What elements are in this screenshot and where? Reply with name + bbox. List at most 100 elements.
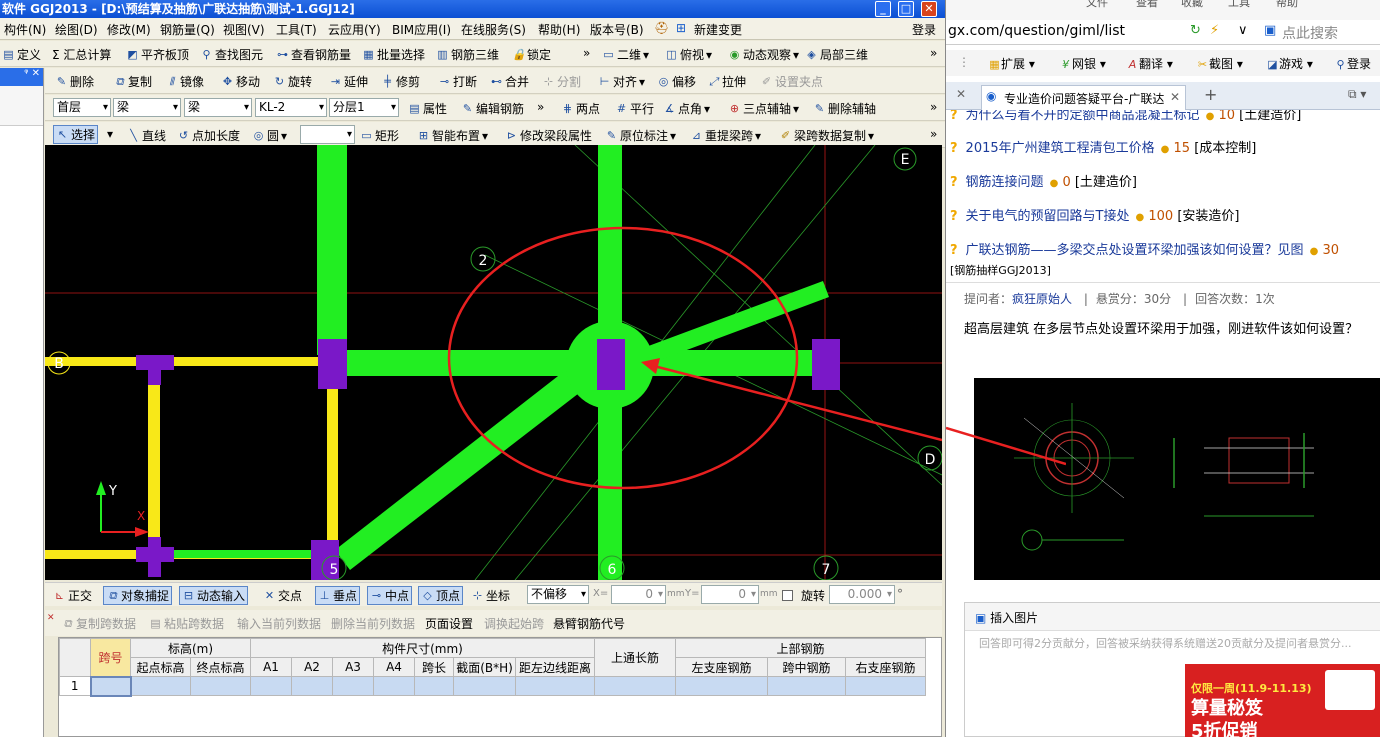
tab-active[interactable]: ◉ 专业造价问题答疑平台-广联达 ✕ bbox=[981, 85, 1186, 110]
search-input[interactable]: 点此搜索 bbox=[1282, 23, 1338, 43]
column[interactable] bbox=[148, 355, 161, 385]
overflow-chevron-icon[interactable]: » bbox=[537, 100, 544, 114]
paste-span-data-button[interactable]: ▤ 粘贴跨数据 bbox=[149, 615, 224, 632]
overflow-chevron-icon[interactable]: » bbox=[930, 46, 937, 60]
browser-menu-help[interactable]: 帮助 bbox=[1276, 0, 1298, 10]
layer-select[interactable]: 分层1 bbox=[329, 98, 399, 117]
select-button[interactable]: ↖ 选择 bbox=[53, 125, 99, 144]
menu-online[interactable]: 在线服务(S) bbox=[461, 21, 526, 38]
menu-draw[interactable]: 绘图(D) bbox=[55, 21, 98, 38]
browser-menu-view[interactable]: 查看 bbox=[1136, 0, 1158, 10]
list-item[interactable]: ? 2015年广州建筑工程清包工价格 ● 15 [成本控制] bbox=[950, 137, 1256, 156]
drawing-svg[interactable]: E 2 B D 5 6 7 Y X bbox=[45, 145, 942, 580]
dynamic-observe-button[interactable]: ◉ 动态观察 ▾ bbox=[728, 46, 799, 63]
vertex-snap[interactable]: ◇ 顶点 bbox=[418, 586, 464, 605]
panel-close-icon[interactable]: ✕ bbox=[32, 68, 40, 79]
helmet-icon[interactable]: ⛑ bbox=[654, 21, 669, 35]
rotate-checkbox[interactable]: 旋转 bbox=[782, 587, 825, 604]
local-3d-button[interactable]: ◈ 局部三维 bbox=[805, 46, 868, 63]
component-select[interactable]: 梁 bbox=[184, 98, 252, 117]
chevron-down-icon[interactable]: ∨ bbox=[1238, 23, 1248, 38]
perpendicular-snap[interactable]: ⊥ 垂点 bbox=[315, 586, 361, 605]
browser-menu-file[interactable]: 文件 bbox=[1086, 0, 1108, 10]
diagonal-green-beam[interactable] bbox=[335, 355, 605, 570]
2d-view-select[interactable]: ▭ 二维 ▾ bbox=[602, 46, 649, 63]
align-slab-top-button[interactable]: ◩ 平齐板顶 bbox=[126, 46, 189, 63]
line-button[interactable]: ╲ 直线 bbox=[127, 127, 166, 144]
green-beam[interactable] bbox=[317, 145, 347, 355]
extensions-button[interactable]: ▦扩展 ▾ bbox=[988, 55, 1035, 72]
grid-cell[interactable] bbox=[453, 676, 516, 696]
dynamic-input-toggle[interactable]: ⊟ 动态输入 bbox=[179, 586, 249, 605]
pin-icon[interactable]: ᵠ bbox=[24, 68, 28, 79]
span-no-cell[interactable] bbox=[89, 675, 132, 697]
summary-calc-button[interactable]: Σ 汇总计算 bbox=[52, 46, 111, 63]
midpoint-snap[interactable]: ⊸ 中点 bbox=[367, 586, 413, 605]
span-data-copy-button[interactable]: ✐ 梁跨数据复制 ▾ bbox=[779, 127, 874, 144]
minimize-button[interactable]: _ bbox=[875, 1, 891, 17]
games-button[interactable]: ◪游戏 ▾ bbox=[1266, 55, 1313, 72]
green-beam[interactable] bbox=[165, 550, 335, 558]
three-point-axis-button[interactable]: ⊕ 三点辅轴 ▾ bbox=[728, 100, 799, 117]
menu-tools[interactable]: 工具(T) bbox=[276, 21, 317, 38]
two-point-button[interactable]: ⋕ 两点 bbox=[561, 100, 600, 117]
menu-version[interactable]: 版本号(B) bbox=[590, 21, 644, 38]
break-button[interactable]: ⊸ 打断 bbox=[438, 73, 477, 90]
menu-view[interactable]: 视图(V) bbox=[223, 21, 265, 38]
draw-mode-select[interactable] bbox=[300, 125, 355, 144]
copy-span-data-button[interactable]: ⧉ 复制跨数据 bbox=[61, 615, 136, 632]
grid-cell[interactable] bbox=[130, 676, 191, 696]
translate-button[interactable]: A 翻译 ▾ bbox=[1126, 55, 1173, 72]
yellow-beam[interactable] bbox=[45, 357, 335, 366]
overflow-chevron-icon[interactable]: » bbox=[930, 100, 937, 114]
url-input[interactable]: gx.com/question/giml/list bbox=[948, 23, 1125, 39]
angle-input[interactable]: 0.000 bbox=[829, 585, 895, 604]
smart-layout-button[interactable]: ⊞ 智能布置 ▾ bbox=[417, 127, 488, 144]
answer-textarea[interactable]: 回答即可得2分贡献分，回答被采纳获得系统赠送20贡献分及提问者悬赏分... bbox=[965, 631, 1380, 651]
menu-help[interactable]: 帮助(H) bbox=[538, 21, 580, 38]
lightning-icon[interactable]: ⚡ bbox=[1210, 23, 1219, 38]
tab-close-icon[interactable]: ✕ bbox=[956, 87, 966, 101]
point-length-button[interactable]: ↺ 点加长度 bbox=[177, 127, 240, 144]
grid-cell[interactable] bbox=[291, 676, 333, 696]
edit-rebar-button[interactable]: ✎ 编辑钢筋 bbox=[461, 100, 524, 117]
list-item[interactable]: ? 钢筋连接问题 ● 0 [土建造价] bbox=[950, 171, 1137, 190]
grid-cell[interactable] bbox=[190, 676, 251, 696]
properties-button[interactable]: ▤ 属性 bbox=[408, 100, 447, 117]
set-grip-button[interactable]: ✐ 设置夹点 bbox=[760, 73, 823, 90]
column[interactable] bbox=[318, 339, 347, 389]
new-change-icon[interactable]: ⊞ bbox=[676, 21, 686, 35]
yellow-beam[interactable] bbox=[327, 363, 338, 558]
offset-button[interactable]: ◎ 偏移 bbox=[657, 73, 696, 90]
tab-close-icon[interactable]: ✕ bbox=[1170, 90, 1180, 104]
overflow-chevron-icon[interactable]: » bbox=[583, 46, 590, 60]
mirror-button[interactable]: ⫴ 镜像 bbox=[165, 73, 204, 90]
grid-cell[interactable] bbox=[594, 676, 676, 696]
menu-bim[interactable]: BIM应用(I) bbox=[392, 21, 451, 38]
promo-banner[interactable]: 仅限一周(11.9-11.13) 算量秘笈 5折促销 bbox=[1185, 664, 1380, 737]
object-snap-toggle[interactable]: ⧉ 对象捕捉 bbox=[103, 586, 173, 605]
select-dropdown-icon[interactable]: ▾ bbox=[107, 127, 113, 141]
circle-button[interactable]: ◎ 圆 ▾ bbox=[252, 127, 287, 144]
coordinate-toggle[interactable]: ⊹ 坐标 bbox=[471, 587, 510, 604]
lock-button[interactable]: 🔒 锁定 bbox=[512, 46, 551, 63]
tab-list-icon[interactable]: ⧉ ▾ bbox=[1348, 87, 1366, 102]
search-engine-icon[interactable]: ▣ bbox=[1264, 23, 1276, 38]
find-element-button[interactable]: ⚲ 查找图元 bbox=[200, 46, 263, 63]
refresh-icon[interactable]: ↻ bbox=[1190, 23, 1201, 38]
grid-cell[interactable] bbox=[414, 676, 454, 696]
merge-button[interactable]: ⊷ 合并 bbox=[490, 73, 529, 90]
stretch-button[interactable]: ⤢ 拉伸 bbox=[707, 73, 746, 90]
copy-button[interactable]: ⧉ 复制 bbox=[113, 73, 152, 90]
delete-column-data-button[interactable]: 删除当前列数据 bbox=[331, 615, 415, 632]
modify-span-props-button[interactable]: ⊳ 修改梁段属性 bbox=[505, 127, 592, 144]
netbank-button[interactable]: ¥ 网银 ▾ bbox=[1059, 55, 1106, 72]
list-item[interactable]: ? 为什么与看不开的定额中商品混凝土标记 ● 10 [土建造价] bbox=[950, 110, 1301, 123]
menu-component[interactable]: 构件(N) bbox=[4, 21, 46, 38]
asker-link[interactable]: 疯狂原始人 bbox=[1012, 292, 1072, 306]
view-rebar-qty-button[interactable]: ⊶ 查看钢筋量 bbox=[276, 46, 351, 63]
screenshot-button[interactable]: ✂ 截图 ▾ bbox=[1196, 55, 1243, 72]
trim-button[interactable]: ╪ 修剪 bbox=[381, 73, 420, 90]
split-button[interactable]: ⊹ 分割 bbox=[542, 73, 581, 90]
grid-cell[interactable] bbox=[845, 676, 926, 696]
